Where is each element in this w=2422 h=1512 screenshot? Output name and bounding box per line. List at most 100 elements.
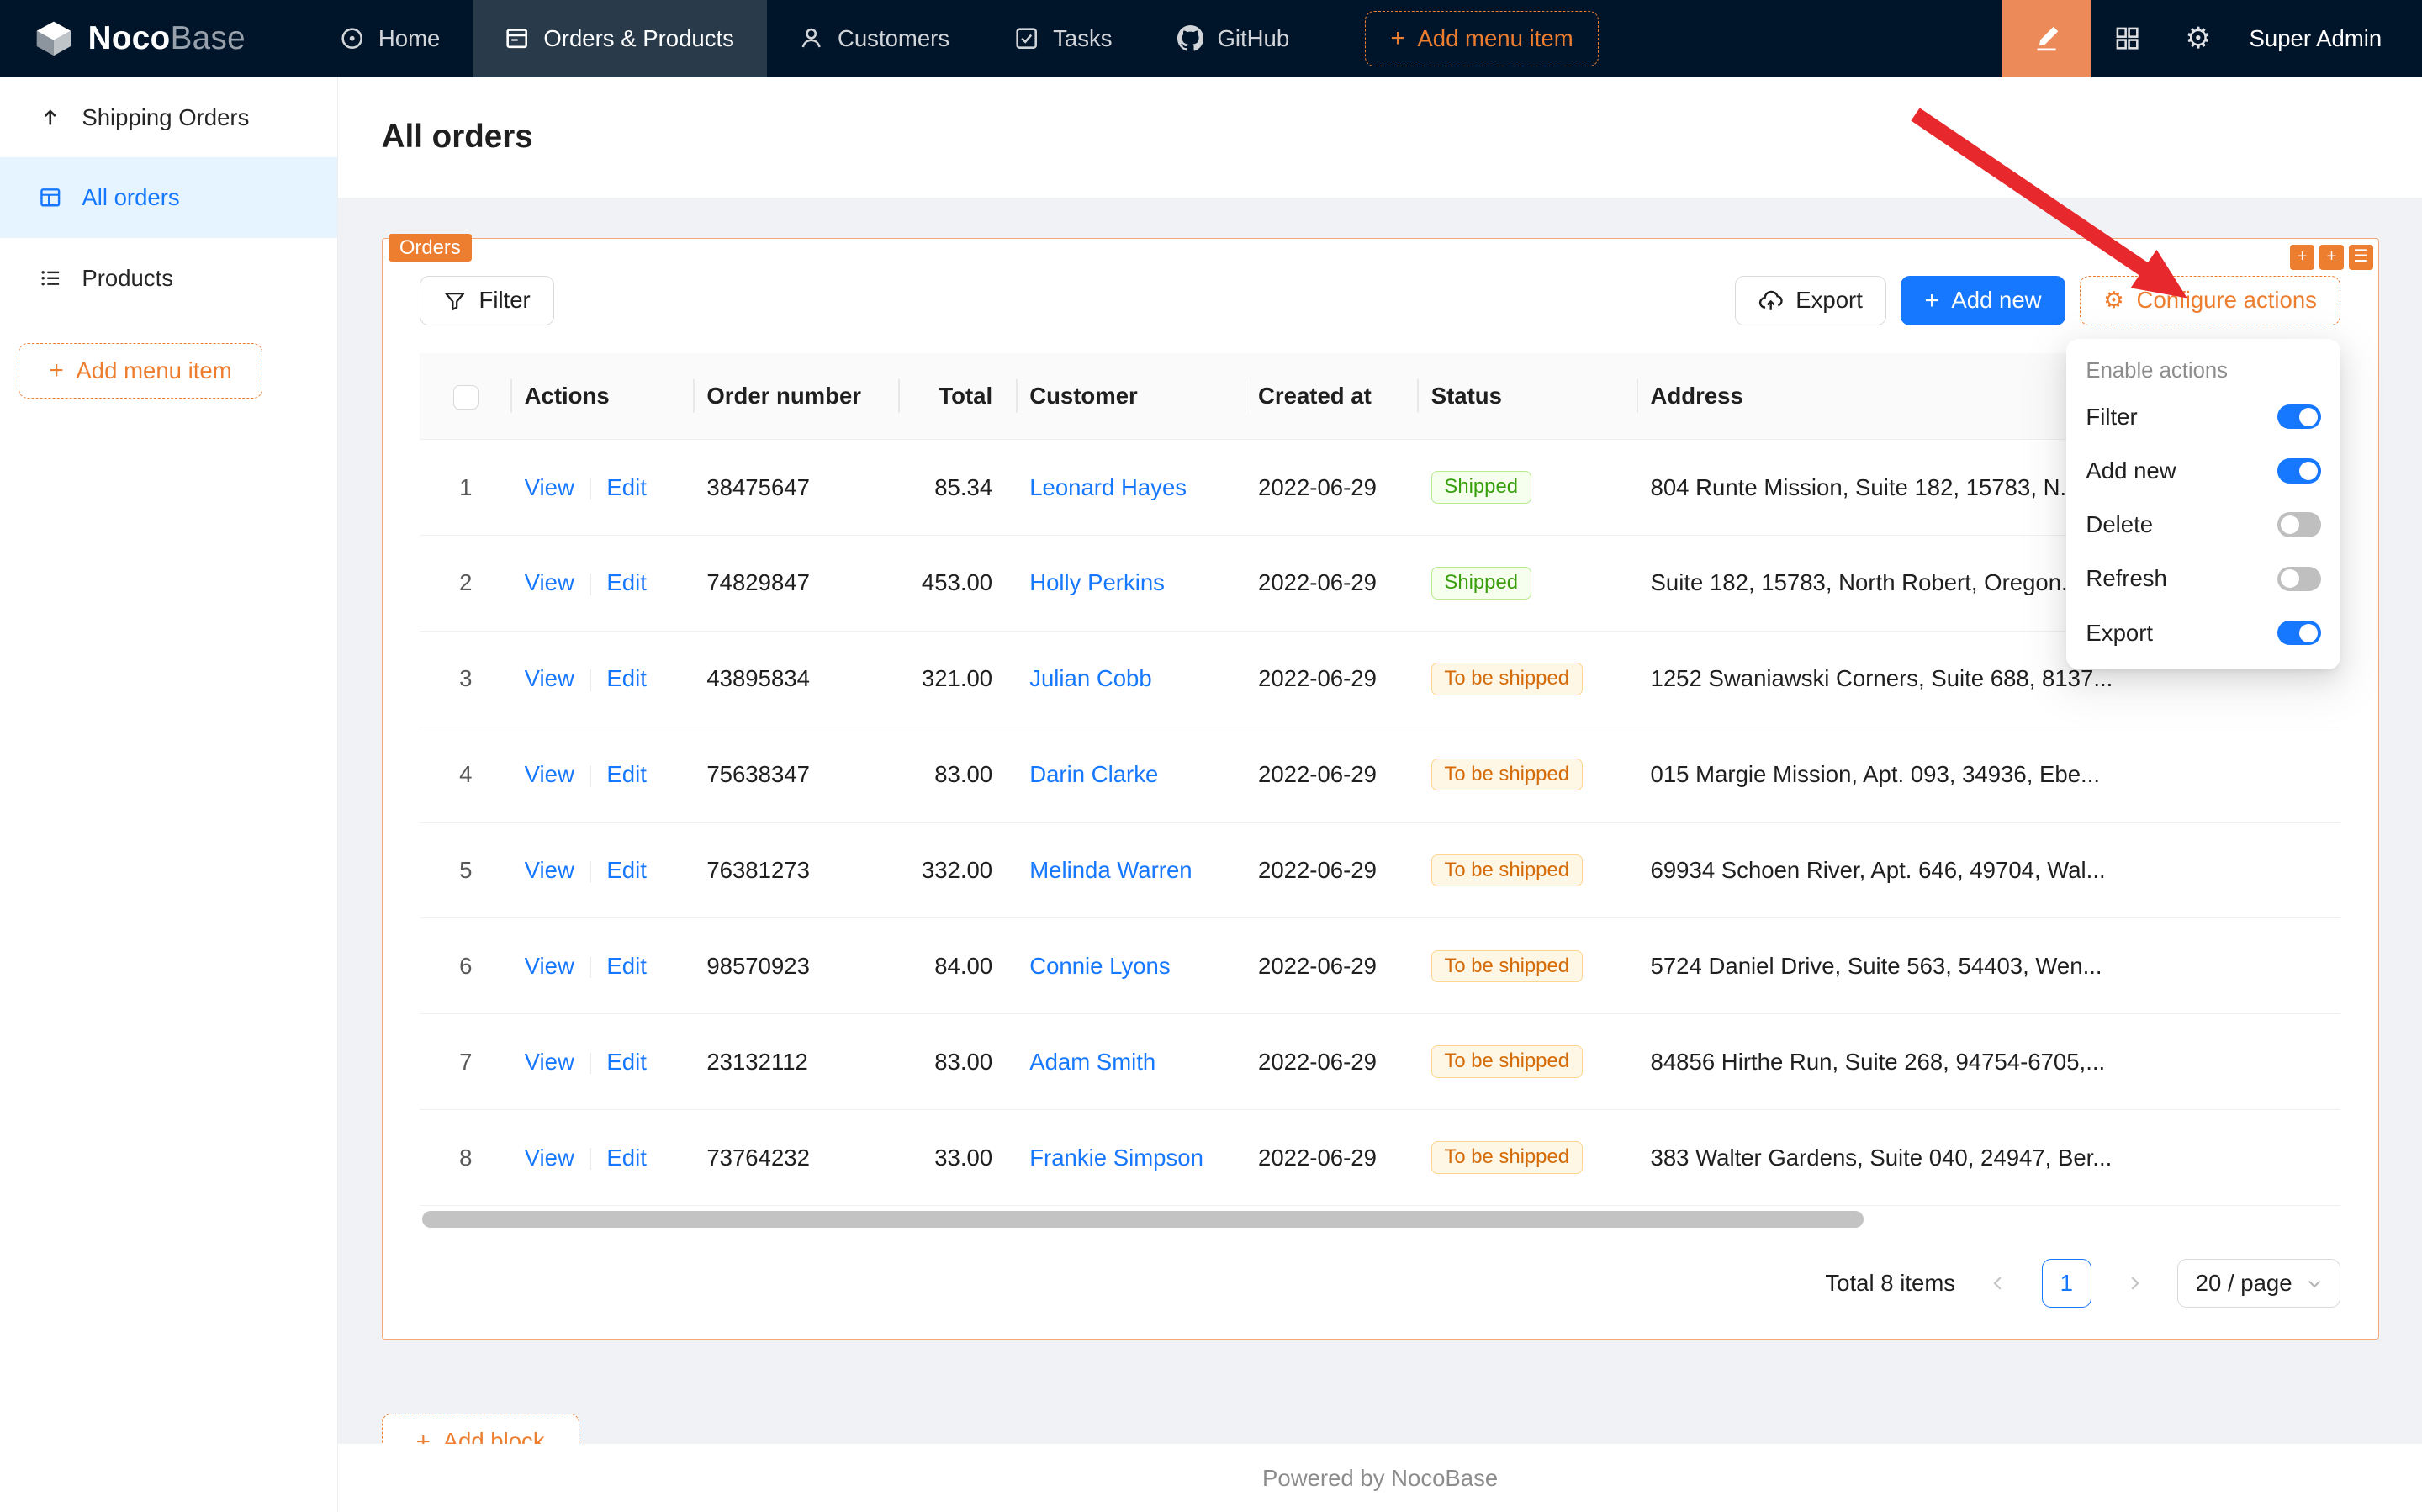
order-number-cell: 23132112 — [695, 1014, 900, 1110]
view-link[interactable]: View — [525, 761, 574, 787]
sidebar-add-menu-item-button[interactable]: + Add menu item — [19, 343, 262, 399]
status-tag: To be shipped — [1431, 854, 1583, 887]
page-number-button[interactable]: 1 — [2042, 1259, 2091, 1308]
table-row: 1 ViewEdit 38475647 85.34 Leonard Hayes … — [420, 440, 2341, 536]
dropdown-item-add-new[interactable]: Add new — [2066, 444, 2341, 498]
next-page-button[interactable] — [2110, 1259, 2160, 1308]
edit-link[interactable]: Edit — [606, 569, 646, 595]
export-button[interactable]: Export — [1735, 276, 1887, 325]
plugins-grid-icon[interactable] — [2091, 0, 2162, 77]
customer-link[interactable]: Adam Smith — [1029, 1049, 1155, 1075]
dropdown-item-label: Refresh — [2086, 565, 2166, 592]
view-link[interactable]: View — [525, 857, 574, 883]
sidebar-item-products[interactable]: Products — [0, 238, 337, 319]
page-size-select[interactable]: 20 / page — [2177, 1259, 2340, 1308]
home-icon — [340, 26, 364, 50]
logo-text: NocoBase — [88, 20, 246, 57]
edit-link[interactable]: Edit — [606, 953, 646, 979]
user-name: Super Admin — [2250, 25, 2382, 52]
action-divider — [590, 1148, 591, 1170]
sidebar-item-label: Products — [82, 265, 173, 292]
previous-page-button[interactable] — [1974, 1259, 2023, 1308]
refresh-toggle[interactable] — [2277, 567, 2320, 591]
initializer-plus-icon[interactable]: + — [2319, 245, 2344, 269]
dropdown-item-filter[interactable]: Filter — [2066, 389, 2341, 443]
horizontal-scrollbar-track — [420, 1211, 2341, 1228]
created-at-cell: 2022-06-29 — [1245, 1110, 1419, 1206]
created-at-cell: 2022-06-29 — [1245, 631, 1419, 727]
customer-link[interactable]: Connie Lyons — [1029, 953, 1170, 979]
delete-toggle[interactable] — [2277, 512, 2320, 537]
edit-link[interactable]: Edit — [606, 857, 646, 883]
edit-link[interactable]: Edit — [606, 474, 646, 500]
sidebar-item-label: Shipping Orders — [82, 104, 249, 131]
orders-table-block: Orders + + ☰ Filter — [382, 238, 2379, 1340]
dropdown-item-export[interactable]: Export — [2066, 606, 2341, 660]
edit-link[interactable]: Edit — [606, 665, 646, 691]
cloud-upload-icon — [1758, 288, 1783, 313]
page-header: All orders — [338, 77, 2422, 198]
row-index: 6 — [459, 953, 472, 979]
status-tag: To be shipped — [1431, 950, 1583, 983]
dropdown-item-refresh[interactable]: Refresh — [2066, 552, 2341, 605]
customer-link[interactable]: Leonard Hayes — [1029, 474, 1187, 500]
view-link[interactable]: View — [525, 953, 574, 979]
nav-item-home[interactable]: Home — [307, 0, 473, 77]
sidebar-item-all-orders[interactable]: All orders — [0, 157, 337, 238]
status-tag: To be shipped — [1431, 759, 1583, 791]
table-header-row: Actions Order number Total Customer Crea… — [420, 353, 2341, 440]
horizontal-scrollbar-thumb[interactable] — [422, 1211, 1864, 1228]
customer-link[interactable]: Darin Clarke — [1029, 761, 1158, 787]
nav-item-tasks[interactable]: Tasks — [982, 0, 1145, 77]
nav-item-label: Tasks — [1053, 25, 1112, 52]
export-toggle[interactable] — [2277, 621, 2320, 645]
navbar-add-menu-item-button[interactable]: + Add menu item — [1365, 11, 1599, 66]
nav-item-label: GitHub — [1217, 25, 1289, 52]
toggle-knob — [2299, 462, 2318, 480]
edit-link[interactable]: Edit — [606, 761, 646, 787]
customer-link[interactable]: Melinda Warren — [1029, 857, 1192, 883]
order-number-cell: 38475647 — [695, 440, 900, 536]
customer-link[interactable]: Frankie Simpson — [1029, 1145, 1203, 1171]
sidebar: Shipping Orders All orders Products + Ad… — [0, 77, 338, 1512]
ui-editor-button[interactable] — [2002, 0, 2092, 77]
created-at-cell: 2022-06-29 — [1245, 918, 1419, 1014]
toggle-knob — [2299, 408, 2318, 426]
add-new-button[interactable]: + Add new — [1901, 276, 2065, 325]
sidebar-item-shipping-orders[interactable]: Shipping Orders — [0, 77, 337, 158]
user-menu[interactable]: Super Admin — [2234, 0, 2422, 77]
dropdown-item-label: Delete — [2086, 511, 2153, 538]
created-at-cell: 2022-06-29 — [1245, 822, 1419, 918]
toolbar-right: Export + Add new ⚙ Configure actions — [1735, 276, 2341, 325]
filter-button[interactable]: Filter — [420, 276, 555, 325]
main-layout: Shipping Orders All orders Products + Ad… — [0, 77, 2422, 1512]
view-link[interactable]: View — [525, 1049, 574, 1075]
view-link[interactable]: View — [525, 665, 574, 691]
dropdown-item-delete[interactable]: Delete — [2066, 498, 2341, 552]
edit-link[interactable]: Edit — [606, 1145, 646, 1171]
view-link[interactable]: View — [525, 569, 574, 595]
customer-link[interactable]: Holly Perkins — [1029, 569, 1165, 595]
select-all-checkbox[interactable] — [453, 385, 478, 410]
nav-item-github[interactable]: GitHub — [1145, 0, 1322, 77]
customer-link[interactable]: Julian Cobb — [1029, 665, 1151, 691]
table-row: 8 ViewEdit 73764232 33.00 Frankie Simpso… — [420, 1110, 2341, 1206]
nocobase-logo[interactable]: NocoBase — [0, 0, 277, 77]
filter-toggle[interactable] — [2277, 404, 2320, 429]
drag-handle-icon[interactable]: + — [2290, 245, 2314, 269]
add-new-toggle[interactable] — [2277, 458, 2320, 483]
filter-funnel-icon — [443, 289, 467, 313]
column-header-customer: Customer — [1018, 353, 1246, 440]
view-link[interactable]: View — [525, 1145, 574, 1171]
edit-link[interactable]: Edit — [606, 1049, 646, 1075]
settings-gear-icon[interactable]: ⚙ — [2163, 0, 2234, 77]
nav-item-customers[interactable]: Customers — [767, 0, 982, 77]
total-cell: 85.34 — [900, 440, 1018, 536]
designer-menu-icon[interactable]: ☰ — [2349, 245, 2373, 269]
configure-actions-button[interactable]: ⚙ Configure actions — [2080, 276, 2341, 325]
nav-item-orders-products[interactable]: Orders & Products — [473, 0, 767, 77]
order-number-cell: 98570923 — [695, 918, 900, 1014]
view-link[interactable]: View — [525, 474, 574, 500]
list-icon — [39, 267, 62, 290]
address-cell: 84856 Hirthe Run, Suite 268, 94754-6705,… — [1638, 1014, 2341, 1110]
